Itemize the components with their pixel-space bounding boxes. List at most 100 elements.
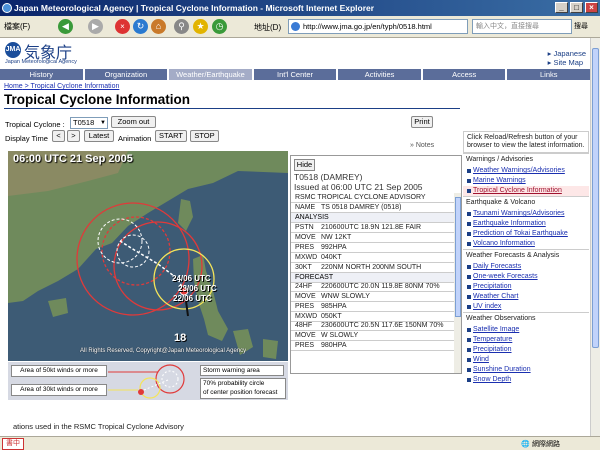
toolbar-search-button[interactable]: 搜尋 [574,19,596,34]
advisory-name: T0518 (DAMREY) [294,172,363,182]
sidebar-item-precipitation[interactable]: Precipitation [463,282,589,292]
sidebar-item-sunshine[interactable]: Sunshine Duration [463,365,589,375]
top-links: ▸ Japanese ▸ Site Map [547,49,586,67]
table-row: 24HF 220600UTC 20.0N 119.8E 80NM 70% [291,283,454,292]
page-scrollbar[interactable] [590,38,600,436]
next-time-button[interactable]: > [67,130,80,142]
back-icon[interactable]: ◀ [58,19,73,34]
main-nav: History Organization Weather/Earthquake … [0,69,590,80]
status-bar: 書中 🌐 網際網路 [0,436,600,450]
nav-tab-organization[interactable]: Organization [84,69,168,80]
link-japanese[interactable]: Japanese [553,49,586,58]
nav-tab-weather-earthquake[interactable]: Weather/Earthquake [169,69,252,80]
sidebar-item-tokai[interactable]: Prediction of Tokai Earthquake [463,229,589,239]
typhoon-map[interactable]: 06:00 UTC 21 Sep 2005 24/06 UTC 23/06 UT… [8,151,288,361]
table-row: MOVE W SLOWLY [291,331,454,341]
table-row: MOVE WNW SLOWLY [291,292,454,302]
notes-link[interactable]: » Notes [410,142,434,149]
cyclone-select[interactable]: T0518 ▼ [70,117,108,129]
window-title-bar: Japan Meteorological Agency | Tropical C… [0,0,600,16]
sidebar-item-weather-chart[interactable]: Weather Chart [463,292,589,302]
sidebar-item-temperature[interactable]: Temperature [463,335,589,345]
sidebar-item-marine-warnings[interactable]: Marine Warnings [463,176,589,186]
jma-logo-icon[interactable]: JMA [5,42,21,58]
nav-tab-history[interactable]: History [0,69,83,80]
section-header: ANALYSIS [291,213,454,223]
close-button[interactable]: × [585,2,598,13]
sidebar-item-wind[interactable]: Wind [463,355,589,365]
table-row: PRES 985HPA [291,302,454,312]
sidebar-item-weather-warnings[interactable]: Weather Warnings/Advisories [463,166,589,176]
map-time-label: 06:00 UTC 21 Sep 2005 [13,153,133,165]
sidebar-header-earthquake: Earthquake & Volcano [463,196,589,209]
nav-tab-access[interactable]: Access [422,69,506,80]
file-menu[interactable]: 檔案(F) [4,21,30,32]
hide-button[interactable]: Hide [294,159,315,171]
forecast-label-22: 22/06 UTC [173,294,212,303]
address-url: http://www.jma.go.jp/en/typh/0518.html [303,22,432,31]
forecast-label-24: 24/06 UTC [172,274,211,283]
sidebar-item-tropical-cyclone[interactable]: Tropical Cyclone Information [463,186,589,196]
latest-button[interactable]: Latest [84,130,114,142]
legend-probability-circle: 70% probability circle of center positio… [200,378,286,399]
breadcrumb-current[interactable]: Tropical Cyclone Information [31,83,120,90]
page-title: Tropical Cyclone Information [4,92,191,107]
start-button[interactable]: START [155,130,187,142]
sidebar-header-observations: Weather Observations [463,312,589,325]
sidebar: Click Reload/Refresh button of your brow… [463,131,589,436]
sidebar-item-satellite[interactable]: Satellite Image [463,325,589,335]
maximize-button[interactable]: □ [570,2,583,13]
page-icon [291,22,300,31]
sidebar-item-daily-forecasts[interactable]: Daily Forecasts [463,262,589,272]
nav-tab-intl-center[interactable]: Int'l Center [253,69,337,80]
sidebar-item-uv-index[interactable]: UV index [463,302,589,312]
table-row: 48HF 230600UTC 20.5N 117.6E 150NM 70% [291,322,454,331]
advisory-scrollbar[interactable] [454,193,461,373]
sidebar-header-forecasts: Weather Forecasts & Analysis [463,249,589,262]
sidebar-header-warnings: Warnings / Advisories [463,153,589,166]
address-bar[interactable]: http://www.jma.go.jp/en/typh/0518.html [288,19,468,34]
ime-indicator[interactable]: 書中 [2,438,24,450]
sidebar-item-obs-precipitation[interactable]: Precipitation [463,345,589,355]
map-copyright: All Rights Reserved, Copyright@Japan Met… [80,348,247,354]
advisory-panel: Hide T0518 (DAMREY) Issued at 06:00 UTC … [290,155,462,374]
legend-30kt: Area of 30kt winds or more [11,384,107,396]
stop-button[interactable]: STOP [190,130,219,142]
zoom-out-button[interactable]: Zoom out [111,116,156,128]
search-icon[interactable]: ⚲ [174,19,189,34]
table-row: MXWD 040KT [291,253,454,263]
table-row: PRES 980HPA [291,341,454,351]
chevron-down-icon: ▼ [100,120,106,126]
breadcrumb: Home > Tropical Cyclone Information [4,83,120,90]
map-graphic [8,151,288,361]
sidebar-item-one-week[interactable]: One-week Forecasts [463,272,589,282]
stop-icon[interactable]: × [115,19,130,34]
forward-icon[interactable]: ▶ [88,19,103,34]
minimize-button[interactable]: _ [555,2,568,13]
advisory-table: RSMC TROPICAL CYCLONE ADVISORY NAME TS 05… [291,193,454,351]
prev-time-button[interactable]: < [52,130,65,142]
advisory-scroll-thumb[interactable] [455,197,461,317]
link-sitemap[interactable]: Site Map [553,58,583,67]
history-icon[interactable]: ◷ [212,19,227,34]
breadcrumb-home[interactable]: Home [4,83,23,90]
nav-tab-activities[interactable]: Activities [338,69,421,80]
legend-diagram [108,364,185,399]
home-icon[interactable]: ⌂ [151,19,166,34]
sidebar-item-earthquake-info[interactable]: Earthquake Information [463,219,589,229]
nav-tab-links[interactable]: Links [507,69,590,80]
table-row: PRES 992HPA [291,243,454,253]
map-legend: Area of 50kt winds or more Area of 30kt … [8,362,288,400]
toolbar-search-input[interactable]: 輸入中文，直接搜尋 [472,19,572,34]
print-button[interactable]: Print [411,116,433,128]
sidebar-item-snow-depth[interactable]: Snow Depth [463,375,589,385]
browser-toolbar: 檔案(F) ◀ ▶ × ↻ ⌂ ⚲ ★ ◷ 地址(D) http://www.j… [0,16,600,38]
favorites-icon[interactable]: ★ [193,19,208,34]
animation-label: Animation [118,134,152,143]
display-time-label: Display Time [5,134,48,143]
refresh-icon[interactable]: ↻ [133,19,148,34]
page-scroll-thumb[interactable] [592,48,599,348]
sidebar-item-tsunami[interactable]: Tsunami Warnings/Advisories [463,209,589,219]
security-zone: 🌐 網際網路 [521,441,560,448]
sidebar-item-volcano[interactable]: Volcano Information [463,239,589,249]
